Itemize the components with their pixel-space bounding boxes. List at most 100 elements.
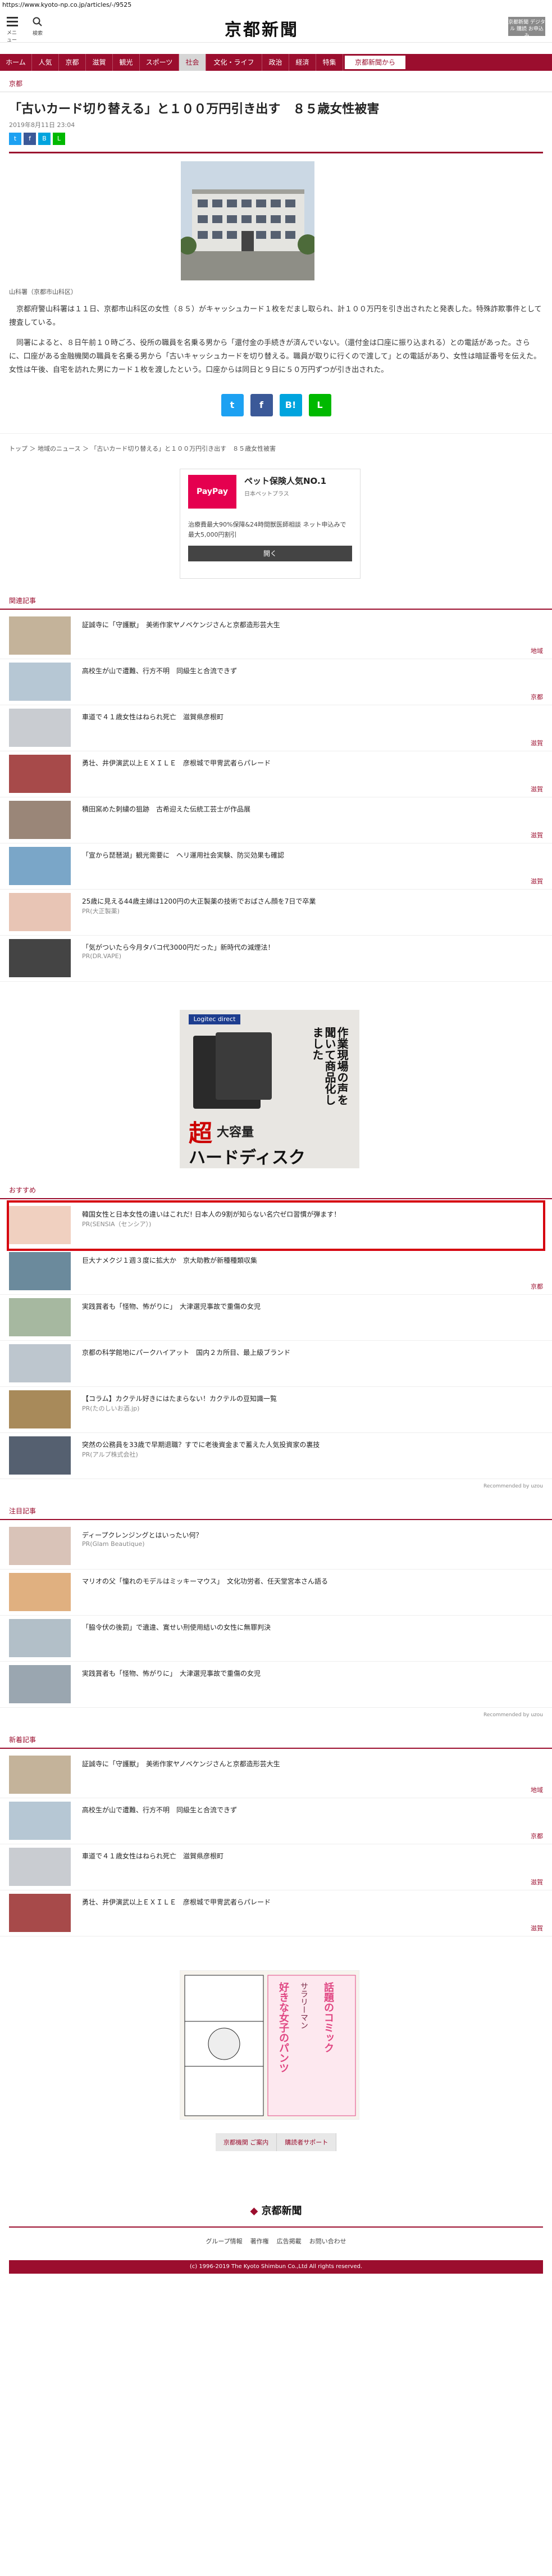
list-item[interactable]: マリオの父「憧れのモデルはミッキーマウス」 文化功労者、任天堂宮本さん語る xyxy=(0,1570,552,1616)
menu-icon-bar xyxy=(7,21,18,22)
list-item-sponsor: PR(SENSIA（センシア）) xyxy=(82,1221,152,1228)
footer-link[interactable]: 京都機関 ご案内 xyxy=(215,2133,277,2151)
list-item[interactable]: 車道で４１歳女性はねられ死亡 滋賀県彦根町 滋賀 xyxy=(0,705,552,751)
thumbnail-image xyxy=(9,847,71,885)
list-item-category: 地域 xyxy=(531,647,543,655)
nav-item[interactable]: 経済 xyxy=(289,54,316,71)
list-item-title: マリオの父「憧れのモデルはミッキーマウス」 文化功労者、任天堂宮本さん語る xyxy=(82,1577,329,1585)
list-item[interactable]: 突然の公務員を33歳で早期退職？すでに老後資金まで蓄えた人気投資家の裏技 PR(ア… xyxy=(0,1433,552,1479)
list-item-category: 滋賀 xyxy=(531,1925,543,1932)
list-item[interactable]: 積田窯めた刺繍の狙跡 古希迎えた伝統工芸士が作品展 滋賀 xyxy=(0,797,552,843)
list-item[interactable]: 京都の科学館地にパークハイアット 国内２カ所目、最上級ブランド xyxy=(0,1341,552,1387)
list-text: 証誠寺に「守護獣」 美術作家ヤノベケンジさんと京都造形芸大生 xyxy=(71,1756,280,1794)
ad-comic-text: 好きな女子のパンツ xyxy=(277,1982,289,2073)
ad-open-button[interactable]: 開く xyxy=(188,546,352,561)
nav-item[interactable]: 政治 xyxy=(262,54,289,71)
footer-nav-link[interactable]: お問い合わせ xyxy=(309,2237,346,2246)
footer-nav-link[interactable]: グループ情報 xyxy=(206,2237,242,2246)
list-item[interactable]: 高校生が山で遭難、行方不明 同級生と合流できず 京都 xyxy=(0,659,552,705)
headline-rule xyxy=(9,152,543,153)
nav-item[interactable]: ホーム xyxy=(0,54,32,71)
list-text: ディープクレンジングとはいったい何？ PR(Glam Beautique) xyxy=(71,1527,202,1566)
facebook-icon[interactable]: f xyxy=(24,133,36,145)
twitter-share-icon[interactable]: t xyxy=(221,394,244,416)
article-paragraph: 京都府警山科署は１１日、京都市山科区の女性（８５）がキャッシュカード１枚をだまし… xyxy=(9,305,542,327)
thumbnail-image xyxy=(9,1344,71,1382)
nav-item[interactable]: 文化・ライフ xyxy=(206,54,262,71)
list-item-title: 「気がついたら今月タバコ代3000円だった」新時代の減煙法！ xyxy=(82,944,275,951)
hatena-share-icon[interactable]: B! xyxy=(279,394,302,416)
list-item-sponsor: PR(たのしいお酒.jp) xyxy=(82,1405,140,1412)
list-item[interactable]: 実践賞者も「怪物、怖がりに」 大津選児事故で重傷の女児 xyxy=(0,1295,552,1341)
list-text: 「宣から琵琶湖」観光需要に ヘリ運用社会実験、防災効果も確認 xyxy=(71,847,284,886)
main-nav: ホーム 人気 京都 滋賀 観光 スポーツ 社会 文化・ライフ 政治 経済 特集 京都新聞から xyxy=(0,54,552,71)
nav-item[interactable]: 滋賀 xyxy=(86,54,113,71)
list-item-title: 突然の公務員を33歳で早期退職？すでに老後資金まで蓄えた人気投資家の裏技 xyxy=(82,1441,320,1449)
search-button[interactable]: 検索 xyxy=(29,17,46,37)
nav-item[interactable]: 観光 xyxy=(113,54,140,71)
thumbnail-image xyxy=(9,1894,71,1932)
list-item-sponsor: PR(アルプ株式会社) xyxy=(82,1451,138,1458)
police-building-image xyxy=(181,161,314,280)
thumbnail-image xyxy=(9,1756,71,1794)
thumbnail-image xyxy=(9,1206,71,1244)
site-logo[interactable]: 京都新聞 xyxy=(225,16,299,40)
twitter-icon[interactable]: t xyxy=(9,133,21,145)
footer-nav-link[interactable]: 広告掲載 xyxy=(277,2237,302,2246)
breadcrumb[interactable]: トップ ＞ 地域のニュース ＞ 「古いカード切り替える」と１００万円引き出す ８… xyxy=(0,433,552,457)
list-item[interactable]: 証誠寺に「守護獣」 美術作家ヤノベケンジさんと京都造形芸大生 地域 xyxy=(0,1752,552,1798)
thumbnail-image xyxy=(9,939,71,977)
list-item[interactable]: 高校生が山で遭難、行方不明 同級生と合流できず 京都 xyxy=(0,1798,552,1844)
list-item[interactable]: 韓国女性と日本女性の違いはこれだ! 日本人の9割が知らない名穴ゼロ習慣が弾ます！… xyxy=(7,1200,545,1251)
list-item-category: 京都 xyxy=(531,1283,543,1290)
recommended-by[interactable]: Recommended by uzou xyxy=(0,1479,552,1489)
comic-ad[interactable]: 好きな女子のパンツ 話題のコミック サラリーマン xyxy=(180,1970,359,2120)
list-text: 韓国女性と日本女性の違いはこれだ! 日本人の9割が知らない名穴ゼロ習慣が弾ます！… xyxy=(71,1206,340,1245)
list-item[interactable]: 【コラム】カクテル好きにはたまらない！カクテルの豆知識一覧 PR(たのしいお酒.j… xyxy=(0,1387,552,1433)
recommended-by[interactable]: Recommended by uzou xyxy=(0,1708,552,1718)
list-item[interactable]: ディープクレンジングとはいったい何？ PR(Glam Beautique) xyxy=(0,1523,552,1570)
line-share-icon[interactable]: L xyxy=(308,394,331,416)
footer-links: 京都機関 ご案内 購読者サポート xyxy=(0,2133,552,2151)
list-item[interactable]: 証誠寺に「守護獣」 美術作家ヤノベケンジさんと京都造形芸大生 地域 xyxy=(0,613,552,659)
nav-item[interactable]: 人気 xyxy=(32,54,59,71)
list-item[interactable]: 巨大ナメクジ１週３度に拡大か 京大助教が新種種類収集 京都 xyxy=(0,1249,552,1295)
hatena-icon[interactable]: B xyxy=(38,133,51,145)
list-item-category: 滋賀 xyxy=(531,832,543,839)
facebook-share-icon[interactable]: f xyxy=(250,394,273,416)
ad-comic-text2: 話題のコミック xyxy=(322,1982,334,2053)
list-item[interactable]: 「脇令伏の後罰」で遺違、寛せい刑使用結いの女性に無罪判決 xyxy=(0,1616,552,1662)
line-icon[interactable]: L xyxy=(53,133,65,145)
ad-big-text2: 大容量 xyxy=(217,1126,254,1140)
list-item-title: 高校生が山で遭難、行方不明 同級生と合流できず xyxy=(82,1806,238,1814)
list-item[interactable]: 車道で４１歳女性はねられ死亡 滋賀県彦根町 滋賀 xyxy=(0,1844,552,1890)
article-headline: 「古いカード切り替える」と１００万円引き出す ８５歳女性被害 xyxy=(9,102,380,116)
list-item[interactable]: 25歳に見える44歳主婦は1200円の大正製薬の技術でおばさん顔を7日で卒業 PR… xyxy=(0,890,552,936)
list-item[interactable]: 「宣から琵琶湖」観光需要に ヘリ運用社会実験、防災効果も確認 滋賀 xyxy=(0,843,552,890)
menu-button[interactable]: メニュー xyxy=(7,17,21,43)
list-text: 25歳に見える44歳主婦は1200円の大正製薬の技術でおばさん顔を7日で卒業 PR… xyxy=(71,893,316,932)
apply-button[interactable]: 京都新聞 デジタル 購読 お申込み xyxy=(508,17,545,39)
nav-special[interactable]: 京都新聞から xyxy=(344,55,406,70)
footer-logo[interactable]: ◆ 京都新聞 xyxy=(0,2203,552,2217)
list-text: マリオの父「憧れのモデルはミッキーマウス」 文化功労者、任天堂宮本さん語る xyxy=(71,1573,328,1612)
nav-item[interactable]: スポーツ xyxy=(140,54,179,71)
newest-heading: 新着記事 xyxy=(0,1718,552,1749)
footer-nav: グループ情報 著作権 広告掲載 お問い合わせ xyxy=(0,2228,552,2255)
list-item[interactable]: 「気がついたら今月タバコ代3000円だった」新時代の減煙法！ PR(DR.VAPE… xyxy=(0,936,552,982)
nav-item[interactable]: 特集 xyxy=(316,54,343,71)
ad-title: ペット保険人気NO.1 xyxy=(244,476,327,486)
pet-insurance-ad[interactable]: PayPay ペット保険人気NO.1 日本ペットプラス 治療費最大90%保障&2… xyxy=(180,469,361,579)
nav-item[interactable]: 社会 xyxy=(179,54,206,71)
thumbnail-image xyxy=(9,1573,71,1611)
list-item-title: 高校生が山で遭難、行方不明 同級生と合流できず xyxy=(82,667,238,675)
list-item[interactable]: 勇壮、井伊演武以上ＥＸＩＬＥ 彦根城で甲冑武者らパレード 滋賀 xyxy=(0,751,552,797)
nav-item[interactable]: 京都 xyxy=(59,54,86,71)
list-item[interactable]: 実践賞者も「怪物、怖がりに」 大津選児事故で重傷の女児 xyxy=(0,1662,552,1708)
hard-disk-ad[interactable]: Logitec direct 作業現場の声を聞いて商品化しました 超 大容量 ハ… xyxy=(180,1010,359,1168)
footer-link[interactable]: 購読者サポート xyxy=(277,2133,337,2151)
footer-nav-link[interactable]: 著作権 xyxy=(250,2237,269,2246)
list-item[interactable]: 勇壮、井伊演武以上ＥＸＩＬＥ 彦根城で甲冑武者らパレード 滋賀 xyxy=(0,1890,552,1936)
related-list: 証誠寺に「守護獣」 美術作家ヤノベケンジさんと京都造形芸大生 地域 高校生が山で遭難… xyxy=(0,613,552,982)
thumbnail-image xyxy=(9,755,71,793)
